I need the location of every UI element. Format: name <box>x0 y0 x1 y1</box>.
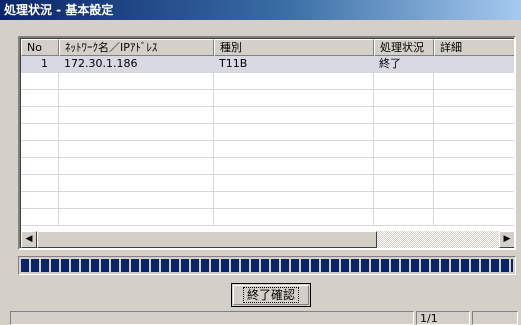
status-list[interactable]: No ﾈｯﾄﾜｰｸ名／IPｱﾄﾞﾚｽ 種別 処理状況 詳細 1 172.30.1… <box>18 36 516 250</box>
empty-row <box>21 141 514 158</box>
empty-row <box>21 107 514 124</box>
list-row[interactable]: 1 172.30.1.186 T11B 終了 <box>21 56 514 73</box>
title-bar[interactable]: 処理状況 - 基本設定 <box>0 0 521 20</box>
confirm-finish-button[interactable]: 終了確認 <box>231 283 311 307</box>
status-panel-extra <box>472 311 518 325</box>
status-panel-main <box>10 311 414 325</box>
progress-bar <box>18 256 516 275</box>
status-bar: 1/1 <box>0 311 521 325</box>
scroll-right-button[interactable]: ▶ <box>499 231 514 248</box>
list-rows: 1 172.30.1.186 T11B 終了 <box>21 56 514 226</box>
empty-row <box>21 175 514 192</box>
empty-row <box>21 192 514 209</box>
arrow-left-icon: ◀ <box>25 234 33 244</box>
row-network: 172.30.1.186 <box>59 56 214 72</box>
list-header: No ﾈｯﾄﾜｰｸ名／IPｱﾄﾞﾚｽ 種別 処理状況 詳細 <box>21 39 514 56</box>
horizontal-scrollbar[interactable]: ◀ ▶ <box>21 231 514 248</box>
empty-row <box>21 73 514 90</box>
empty-row <box>21 209 514 226</box>
status-panel-page: 1/1 <box>416 311 470 325</box>
row-type: T11B <box>214 56 374 72</box>
scroll-left-button[interactable]: ◀ <box>21 231 37 248</box>
column-header-type[interactable]: 種別 <box>214 39 374 56</box>
window-title: 処理状況 - 基本設定 <box>4 3 114 17</box>
scroll-track[interactable] <box>37 231 499 248</box>
row-detail <box>434 56 514 72</box>
row-no: 1 <box>21 56 59 72</box>
arrow-right-icon: ▶ <box>503 234 511 244</box>
processing-status-window: 処理状況 - 基本設定 No ﾈｯﾄﾜｰｸ名／IPｱﾄﾞﾚｽ 種別 処理状況 詳… <box>0 0 521 325</box>
confirm-finish-label: 終了確認 <box>242 287 299 303</box>
column-header-detail[interactable]: 詳細 <box>434 39 514 56</box>
empty-row <box>21 90 514 107</box>
scroll-thumb[interactable] <box>37 231 377 248</box>
column-header-network[interactable]: ﾈｯﾄﾜｰｸ名／IPｱﾄﾞﾚｽ <box>59 39 214 56</box>
empty-row <box>21 158 514 175</box>
row-status: 終了 <box>374 56 434 72</box>
progress-fill <box>21 259 513 272</box>
empty-row <box>21 124 514 141</box>
column-header-status[interactable]: 処理状況 <box>374 39 434 56</box>
column-header-no[interactable]: No <box>21 39 59 56</box>
